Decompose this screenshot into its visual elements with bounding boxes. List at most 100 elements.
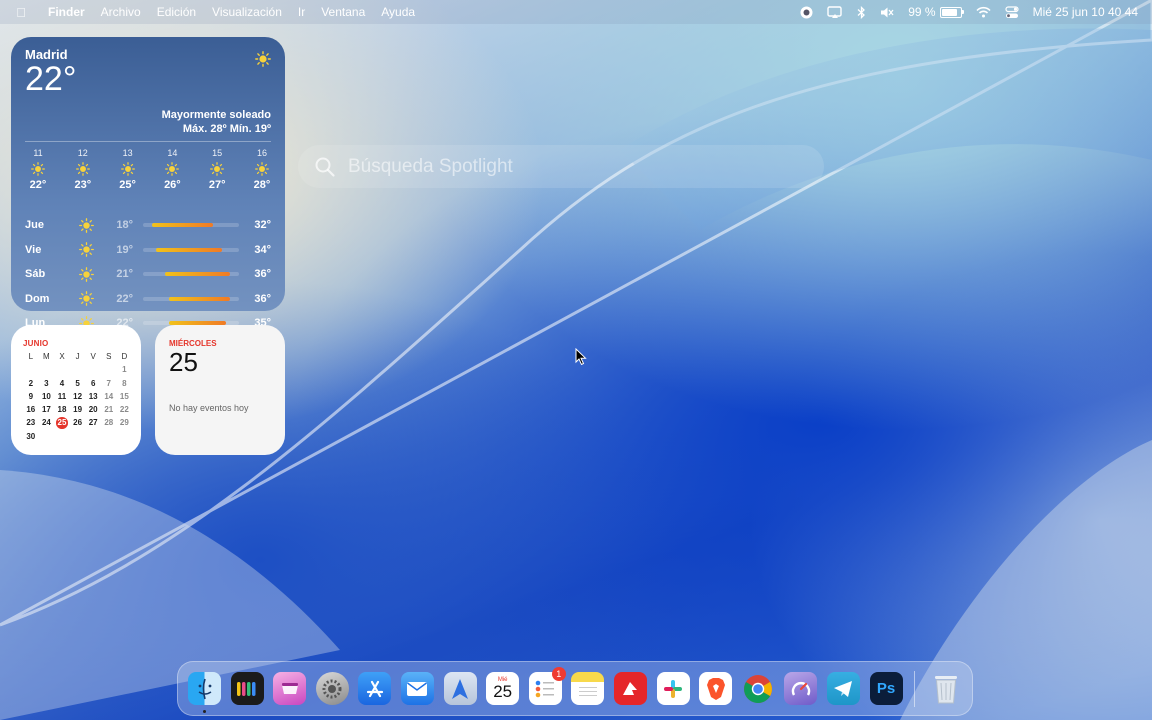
- menu-clock[interactable]: Mié 25 jun 10 40 44: [1033, 5, 1138, 19]
- weather-daily: Jue 18° 32° Vie 19° 34° Sáb 21° 36° Dom 22° 36° Lun 2…: [25, 213, 271, 336]
- calendar-weekday-header: S: [106, 352, 112, 361]
- hourly-hour: 14: [167, 148, 178, 158]
- sun-icon: [69, 266, 103, 282]
- brave-icon[interactable]: [699, 672, 733, 705]
- daily-low: 21°: [116, 268, 133, 281]
- calendar-day: 30: [26, 431, 36, 441]
- calendar-day: 12: [73, 391, 83, 401]
- menu-ventana[interactable]: Ventana: [313, 5, 373, 19]
- battery-icon: [939, 6, 964, 18]
- menu-app-name[interactable]: Finder: [40, 5, 93, 19]
- sun-icon: [210, 162, 225, 176]
- calendar-day: 2: [28, 378, 34, 388]
- weather-condition: Mayormente soleado: [161, 109, 271, 121]
- calendar-day: [85, 364, 101, 376]
- calendar-month-widget[interactable]: JUNIO L M X J V S D 1 2 3 4 5 6 7 8 9 10 11 12 13 14 15 16 17 18…: [11, 325, 141, 455]
- slack-icon[interactable]: [656, 672, 690, 705]
- calendar-day: 18: [57, 405, 67, 415]
- calendar-day: 21: [104, 405, 114, 415]
- spotlight-bar[interactable]: [298, 145, 824, 188]
- calendar-grid: L M X J V S D 1 2 3 4 5 6 7 8 9 10 11 12 13 14 15 16 17 18 19 20 21…: [23, 351, 131, 442]
- menu-bar:  Finder Archivo Edición Visualización I…: [0, 0, 1152, 24]
- calendar-weekday-header: L: [28, 352, 34, 361]
- finder-icon[interactable]: [188, 672, 221, 713]
- calendar-events-widget[interactable]: MIÉRCOLES 25 No hay eventos hoy: [155, 325, 285, 455]
- hourly-hour: 16: [256, 148, 267, 158]
- sun-icon: [31, 162, 45, 176]
- hourly-hour: 12: [77, 148, 88, 158]
- menu-ayuda[interactable]: Ayuda: [373, 5, 423, 19]
- system-settings-icon[interactable]: [315, 672, 349, 705]
- sun-icon: [255, 51, 271, 72]
- mail-icon[interactable]: [400, 672, 434, 705]
- pink-app-icon[interactable]: [273, 672, 307, 705]
- red-app-icon[interactable]: [613, 672, 647, 705]
- menu-ir[interactable]: Ir: [290, 5, 313, 19]
- calendar-day: 23: [26, 418, 36, 428]
- calendar-icon[interactable]: Mié 25: [486, 672, 520, 705]
- screen-record-icon[interactable]: [800, 6, 813, 19]
- reminders-badge: 1: [551, 667, 566, 681]
- temp-range-bar: [143, 296, 239, 301]
- hourly-temp: 28°: [253, 179, 271, 191]
- weather-widget[interactable]: Madrid 22° Mayormente soleado Máx. 28º M…: [11, 37, 285, 331]
- calendar-weekday-header: X: [59, 352, 65, 361]
- wifi-icon[interactable]: [976, 6, 991, 18]
- daily-row: Sáb 21° 36°: [25, 262, 271, 287]
- chrome-icon[interactable]: [742, 672, 775, 705]
- reminders-icon[interactable]: 1: [528, 667, 566, 705]
- notes-icon[interactable]: [571, 672, 605, 705]
- control-center-icon[interactable]: [1004, 5, 1019, 19]
- calendar-day: 9: [28, 391, 34, 401]
- temp-range-fill: [151, 223, 213, 228]
- running-indicator: [203, 710, 206, 713]
- temp-range-fill: [169, 296, 231, 301]
- menu-archivo[interactable]: Archivo: [93, 5, 149, 19]
- calendar-day: 16: [26, 405, 36, 415]
- calendar-day: 19: [73, 405, 83, 415]
- app-store-icon[interactable]: [358, 672, 392, 705]
- hourly-temp: 27°: [208, 179, 226, 191]
- daily-low: 18°: [116, 219, 133, 232]
- battery-level-fill: [941, 8, 958, 16]
- hourly-item: 14 26°: [159, 148, 185, 191]
- weather-hourly: 11 22° 12 23° 13 25° 14 26° 15 27° 16 28°: [25, 148, 275, 191]
- weather-condition-block: Mayormente soleado Máx. 28º Mín. 19º: [162, 108, 271, 136]
- temp-range-fill: [164, 272, 231, 277]
- daily-high: 34°: [254, 243, 271, 256]
- purple-app-icon[interactable]: [784, 672, 818, 705]
- bluetooth-icon[interactable]: [857, 5, 866, 19]
- hourly-item: 16 28°: [249, 148, 275, 191]
- apple-menu-icon[interactable]: : [12, 5, 30, 20]
- calendar-day: 28: [104, 418, 114, 428]
- calendar-day: [39, 364, 55, 376]
- dock-separator: [914, 670, 916, 707]
- spotlight-search-input[interactable]: [346, 154, 790, 179]
- colorful-app-icon[interactable]: [230, 672, 264, 705]
- menu-visualizacion[interactable]: Visualización: [204, 5, 290, 19]
- battery-status[interactable]: 99 %: [908, 5, 964, 19]
- calendar-weekday-header: M: [43, 352, 50, 361]
- calendar-day: 11: [57, 391, 67, 401]
- hourly-item: 12 23°: [70, 148, 96, 191]
- photoshop-icon[interactable]: Ps: [869, 672, 903, 705]
- hourly-item: 13 25°: [115, 148, 141, 191]
- telegram-icon[interactable]: [826, 672, 860, 705]
- hourly-hour: 15: [212, 148, 223, 158]
- daily-day: Dom: [25, 292, 50, 305]
- daily-high: 32°: [254, 219, 271, 232]
- daily-low: 19°: [116, 243, 133, 256]
- trash-icon[interactable]: [929, 672, 962, 705]
- weather-current-temp: 22°: [25, 60, 77, 98]
- screen-mirroring-icon[interactable]: [827, 5, 843, 19]
- menu-edicion[interactable]: Edición: [149, 5, 204, 19]
- calendar-day: 3: [44, 378, 49, 388]
- send-app-icon[interactable]: [443, 672, 477, 705]
- calendar-weekday-header: V: [90, 352, 96, 361]
- daily-row: Dom 22° 36°: [25, 287, 271, 312]
- calendar-day: 22: [119, 405, 129, 415]
- calendar-day: [23, 364, 39, 376]
- volume-muted-icon[interactable]: [880, 6, 894, 19]
- calendar-day: 17: [41, 405, 51, 415]
- calendar-day: 4: [59, 378, 65, 388]
